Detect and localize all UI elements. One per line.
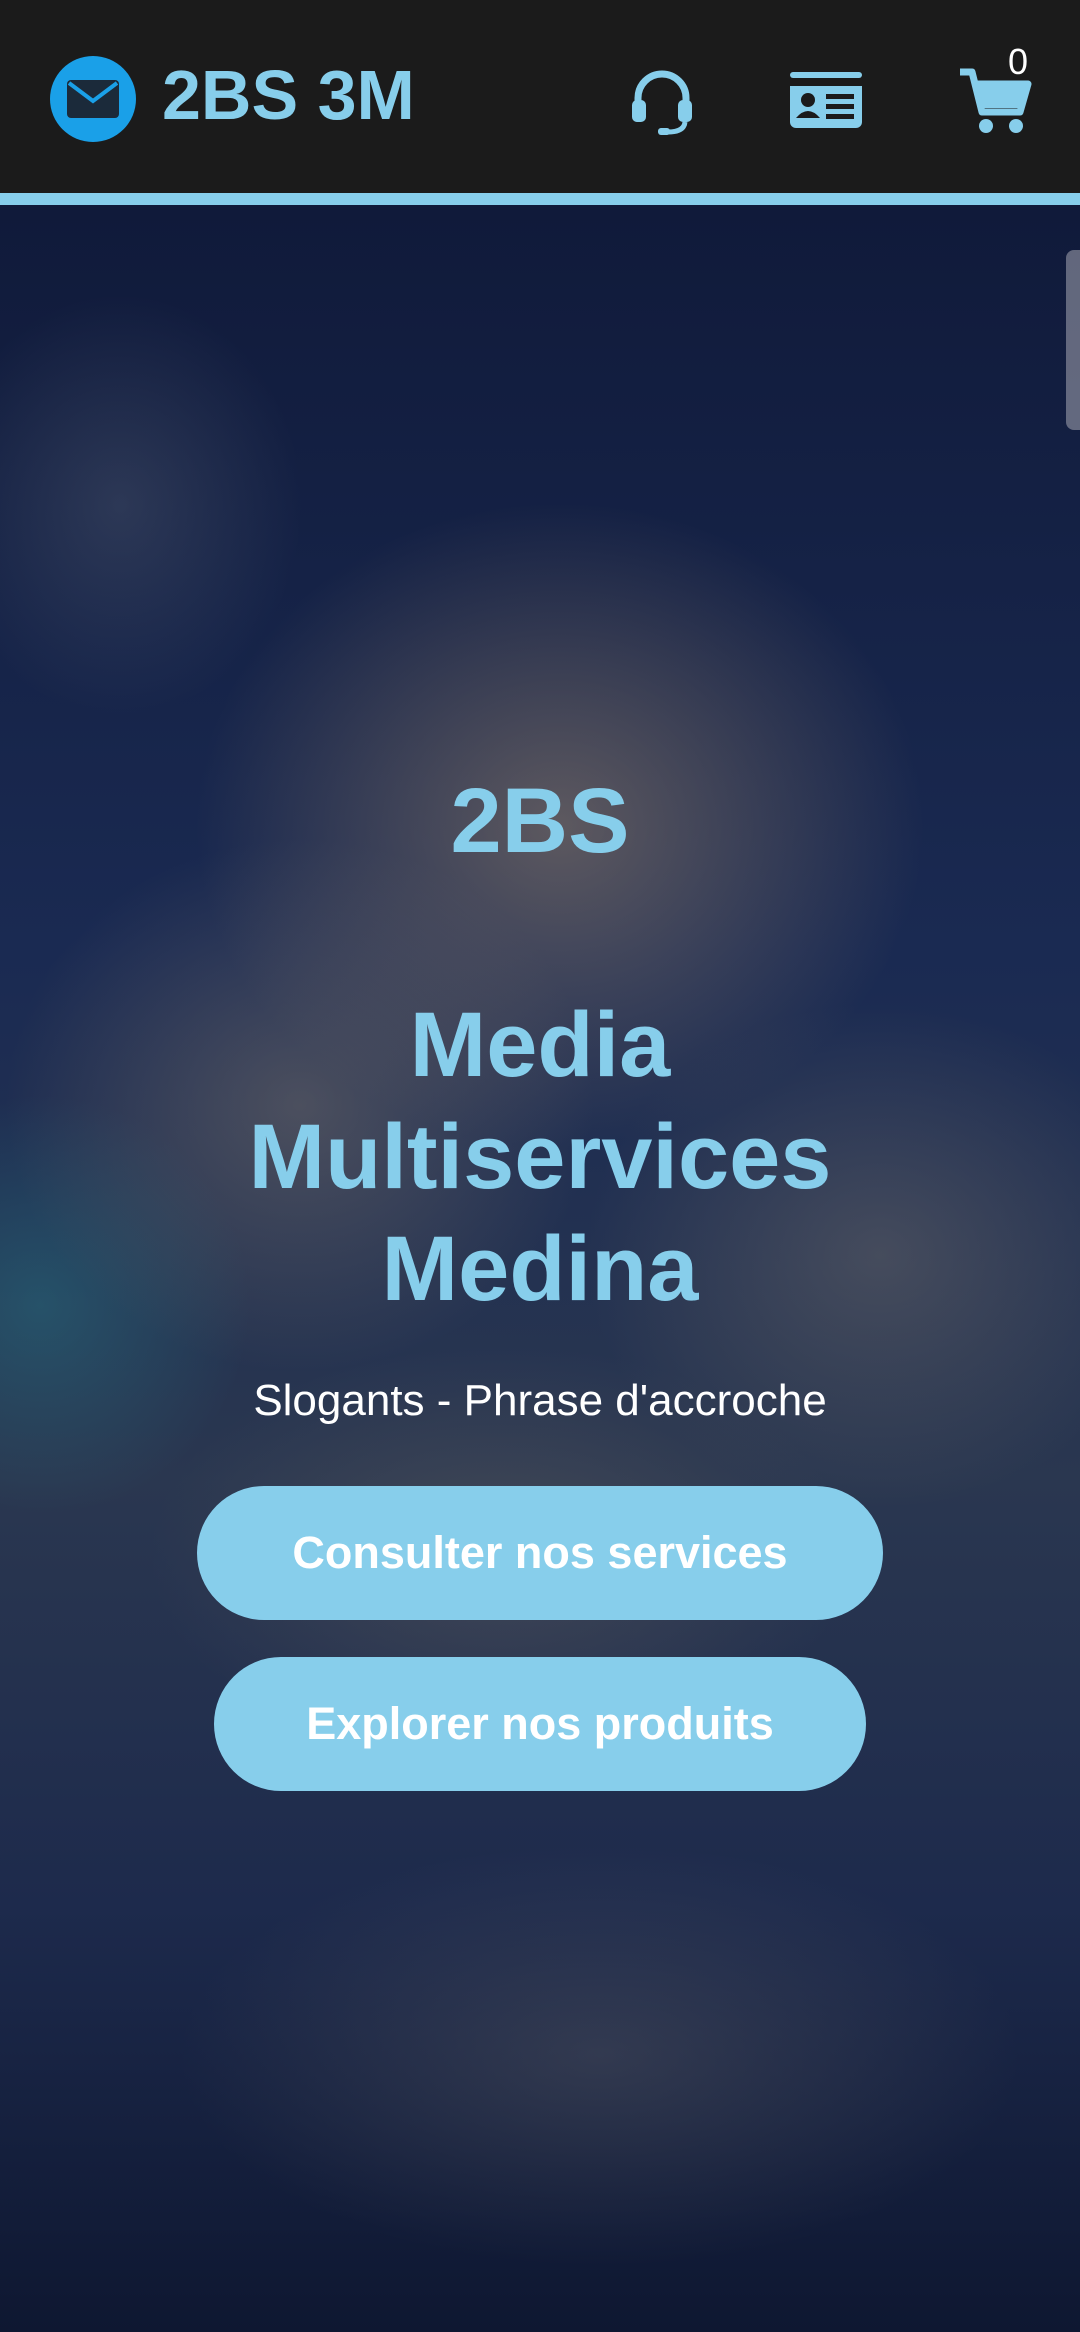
hero-title-line-2: Media <box>409 994 671 1096</box>
side-tab[interactable] <box>1066 250 1080 430</box>
cart-count-badge: 0 <box>1008 41 1029 82</box>
hero-section: 2BS Media Multiservices Medina Slogants … <box>0 205 1080 2332</box>
envelope-icon <box>67 80 119 118</box>
hero-slogan: Slogants - Phrase d'accroche <box>253 1376 827 1425</box>
contact-card-icon <box>790 72 862 128</box>
logo-badge[interactable] <box>50 56 136 142</box>
hero-title: 2BS Media Multiservices Medina <box>0 765 1080 1325</box>
hero-title-line-4: Medina <box>381 1218 699 1320</box>
services-button[interactable]: Consulter nos services <box>197 1486 883 1620</box>
products-button[interactable]: Explorer nos produits <box>214 1657 866 1791</box>
contact-button[interactable] <box>784 58 868 142</box>
page: 2BS 3M 0 2BS Media Multiservices Medina … <box>0 0 1080 2332</box>
top-header: 2BS 3M 0 <box>0 0 1080 205</box>
brand-name[interactable]: 2BS 3M <box>162 52 415 138</box>
hero-title-line-3: Multiservices <box>248 1106 832 1208</box>
support-button[interactable] <box>620 58 704 142</box>
hero-title-line-1: 2BS <box>450 770 630 872</box>
headset-icon <box>632 70 692 135</box>
hero-title-spacer <box>0 877 1080 989</box>
